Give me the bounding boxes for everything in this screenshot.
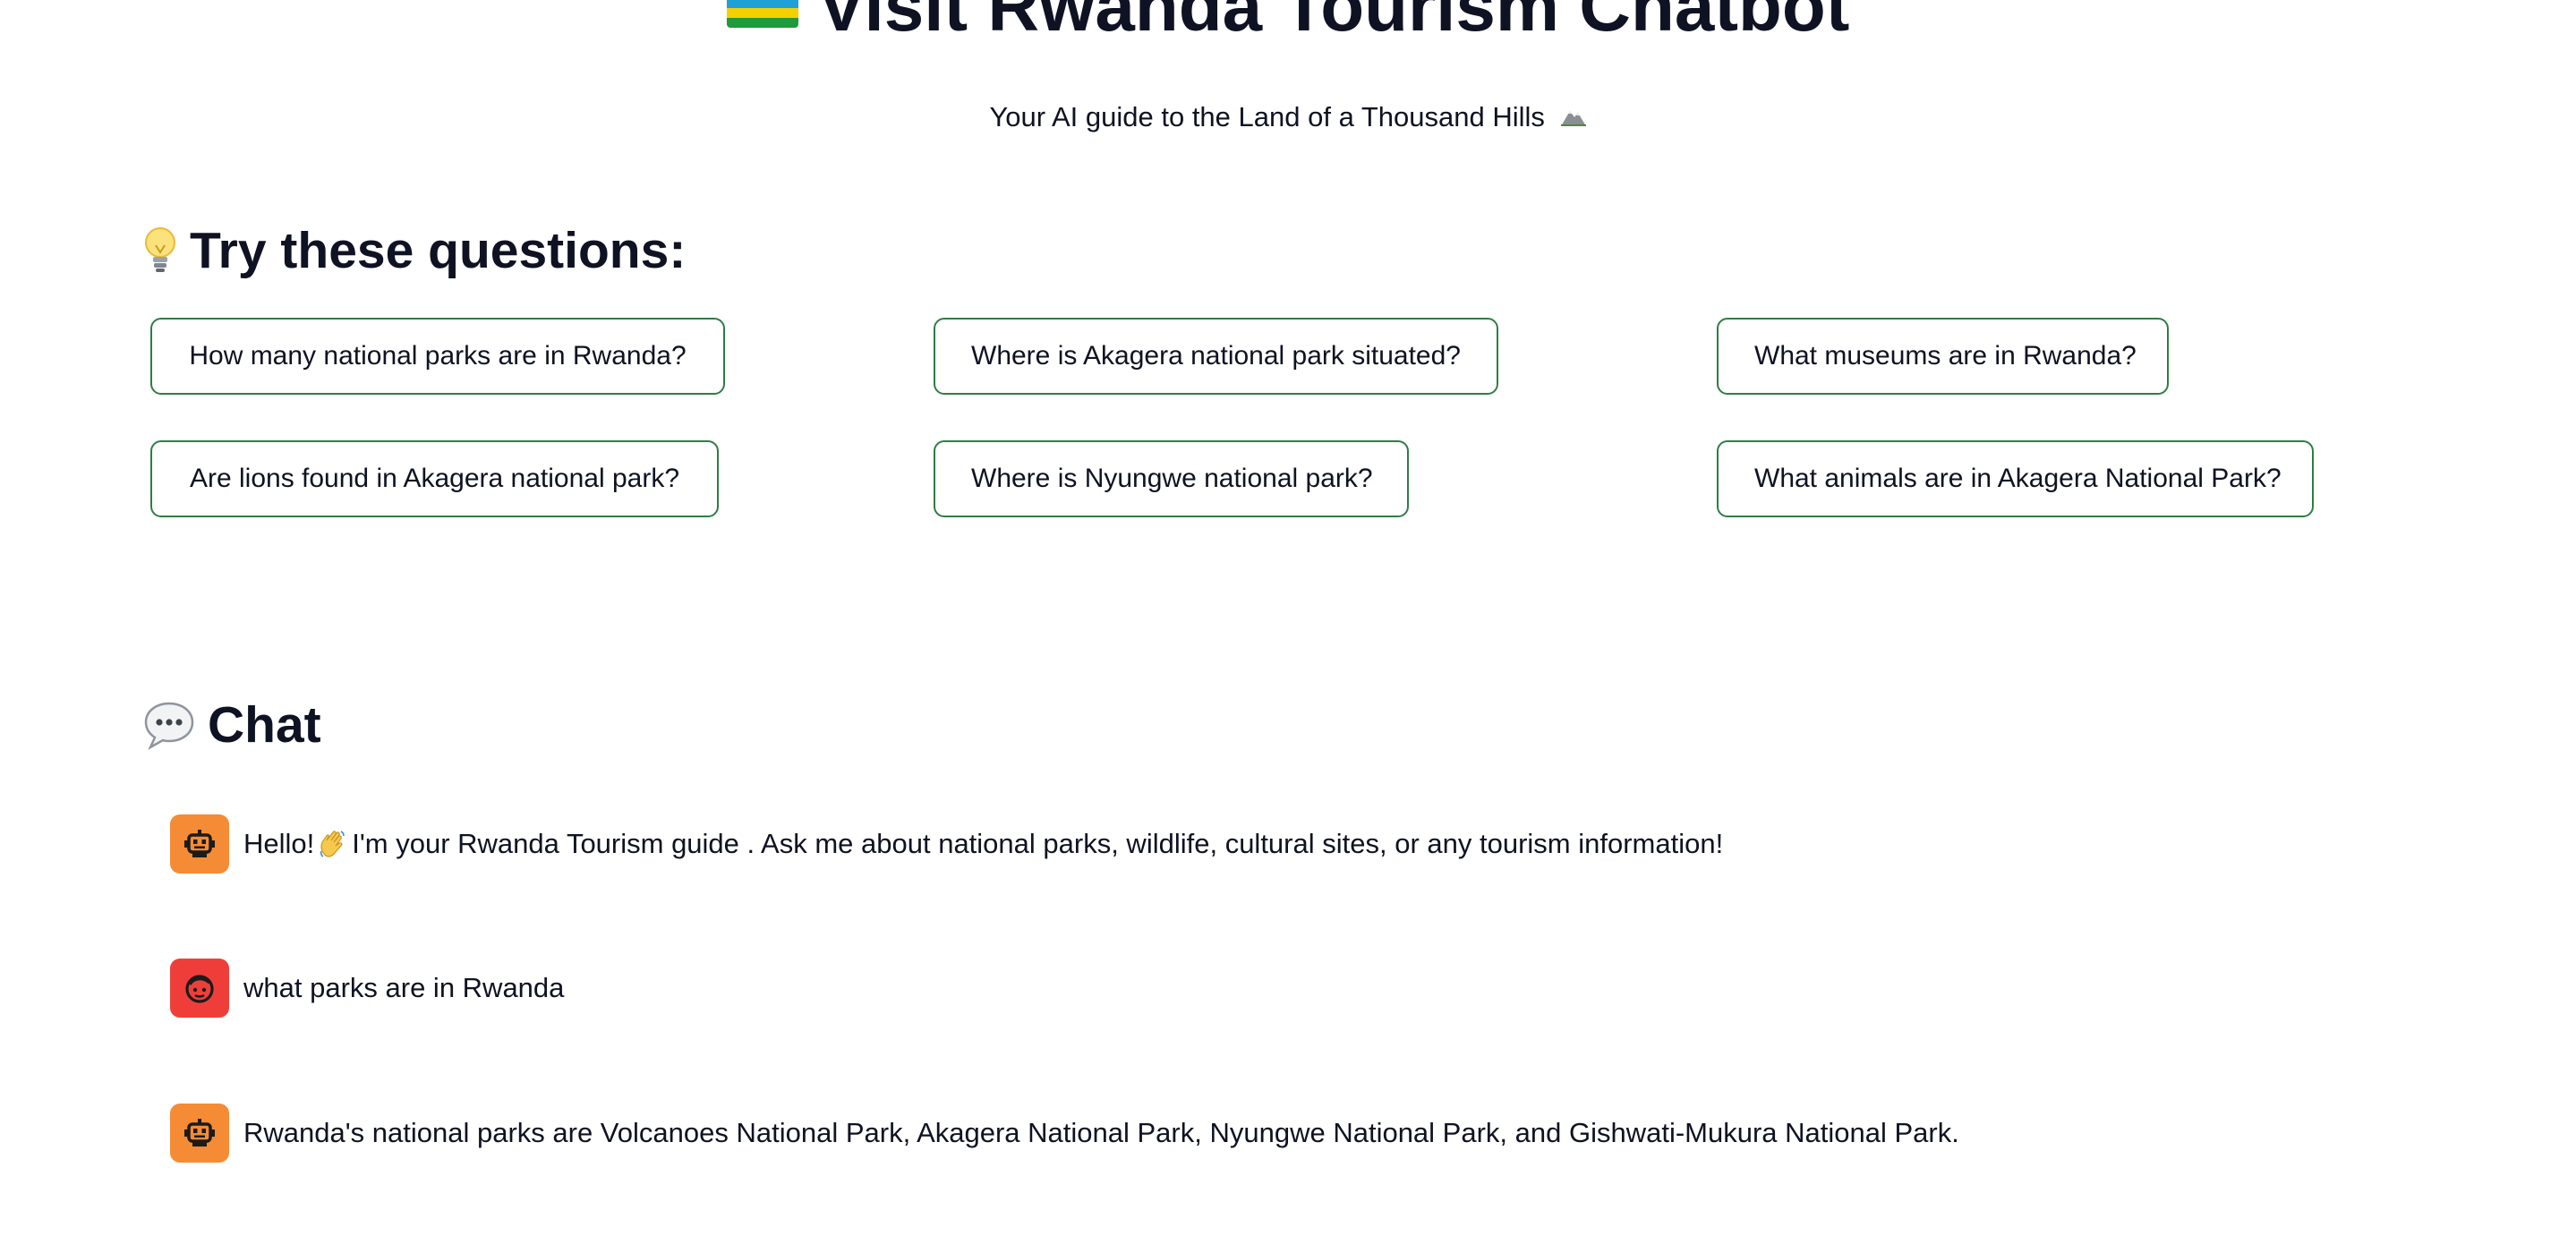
lightbulb-icon	[145, 226, 175, 272]
question-button-akagera-animals[interactable]: What animals are in Akagera National Par…	[1717, 440, 2314, 517]
bot-avatar	[170, 814, 229, 874]
subtitle-row: Your AI guide to the Land of a Thousand …	[0, 95, 2576, 140]
question-button-lions-akagera[interactable]: Are lions found in Akagera national park…	[150, 440, 719, 517]
question-button-national-parks-count[interactable]: How many national parks are in Rwanda?	[150, 318, 725, 395]
waving-hand-icon	[320, 831, 345, 857]
question-button-museums[interactable]: What museums are in Rwanda?	[1717, 318, 2169, 395]
chat-message-user: what parks are in Rwanda	[170, 959, 564, 1018]
suggestions-heading-text: Try these questions:	[190, 222, 687, 279]
app-title-row: Visit Rwanda Tourism Chatbot	[0, 0, 2576, 55]
chat-message-text: Hello! I'm your Rwanda Tourism guide . A…	[243, 828, 1724, 859]
suggestions-heading: Try these questions:	[143, 215, 686, 286]
chat-heading-text: Chat	[208, 696, 321, 754]
face-icon	[185, 975, 214, 1003]
chat-message-text: what parks are in Rwanda	[243, 972, 565, 1003]
robot-icon	[184, 830, 215, 857]
bot-avatar	[170, 1104, 229, 1163]
chat-heading: Chat	[143, 689, 321, 761]
question-button-nyungwe-location[interactable]: Where is Nyungwe national park?	[934, 440, 1409, 517]
chat-message-text: Rwanda's national parks are Volcanoes Na…	[243, 1117, 1959, 1148]
rwanda-flag-icon	[726, 0, 798, 28]
user-avatar	[170, 959, 229, 1018]
robot-icon	[184, 1119, 215, 1146]
speech-bubble-icon	[144, 702, 194, 750]
chat-message-bot: Rwanda's national parks are Volcanoes Na…	[170, 1104, 1959, 1163]
question-button-akagera-location[interactable]: Where is Akagera national park situated?	[934, 318, 1498, 395]
page-title: Visit Rwanda Tourism Chatbot	[817, 0, 1850, 46]
mountain-icon	[1560, 110, 1586, 126]
chat-message-bot: Hello! I'm your Rwanda Tourism guide . A…	[170, 814, 1723, 874]
page-subtitle: Your AI guide to the Land of a Thousand …	[989, 101, 1545, 132]
